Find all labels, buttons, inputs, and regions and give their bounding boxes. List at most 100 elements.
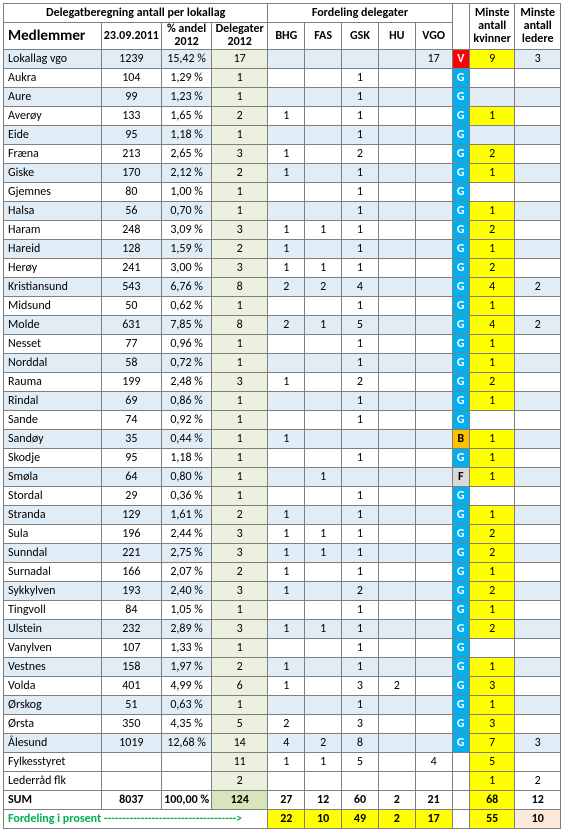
cell-hu bbox=[378, 259, 415, 278]
cell-kv bbox=[469, 487, 515, 506]
pros-flag bbox=[452, 810, 469, 829]
table-row-extra: Lederråd flk212 bbox=[4, 772, 561, 791]
cell-med bbox=[101, 753, 162, 772]
cell-med: 29 bbox=[101, 487, 162, 506]
cell-vgo bbox=[415, 297, 452, 316]
table-row: Sande740,92 %11G bbox=[4, 411, 561, 430]
cell-flag: G bbox=[452, 69, 469, 88]
cell-fas: 1 bbox=[305, 544, 342, 563]
cell-andel: 15,42 % bbox=[162, 50, 212, 69]
cell-hu bbox=[378, 373, 415, 392]
cell-bhg: 2 bbox=[268, 715, 305, 734]
cell-hu bbox=[378, 354, 415, 373]
cell-fas bbox=[305, 772, 342, 791]
cell-gsk bbox=[342, 468, 379, 487]
cell-fas bbox=[305, 88, 342, 107]
cell-fas bbox=[305, 506, 342, 525]
cell-del: 3 bbox=[212, 525, 268, 544]
cell-bhg bbox=[268, 126, 305, 145]
cell-le: 2 bbox=[515, 772, 561, 791]
cell-del: 3 bbox=[212, 259, 268, 278]
cell-vgo bbox=[415, 373, 452, 392]
cell-vgo bbox=[415, 696, 452, 715]
cell-andel: 3,00 % bbox=[162, 259, 212, 278]
cell-del: 3 bbox=[212, 221, 268, 240]
cell-med: 221 bbox=[101, 544, 162, 563]
sum-del: 124 bbox=[212, 791, 268, 810]
cell-kv bbox=[469, 639, 515, 658]
cell-vgo bbox=[415, 734, 452, 753]
cell-kv: 2 bbox=[469, 620, 515, 639]
cell-med: 104 bbox=[101, 69, 162, 88]
cell-andel: 0,80 % bbox=[162, 468, 212, 487]
cell-bhg: 1 bbox=[268, 582, 305, 601]
cell-gsk: 1 bbox=[342, 240, 379, 259]
cell-med: 241 bbox=[101, 259, 162, 278]
header-fordeling: Fordeling delegater bbox=[268, 4, 452, 23]
cell-med: 1019 bbox=[101, 734, 162, 753]
cell-fas bbox=[305, 297, 342, 316]
pros-bhg: 22 bbox=[268, 810, 305, 829]
cell-flag bbox=[452, 753, 469, 772]
cell-le: 3 bbox=[515, 50, 561, 69]
cell-flag: G bbox=[452, 563, 469, 582]
cell-bhg bbox=[268, 50, 305, 69]
cell-vgo bbox=[415, 772, 452, 791]
delegate-table: Delegatberegning antall per lokallag For… bbox=[3, 3, 561, 829]
cell-kv bbox=[469, 69, 515, 88]
cell-flag: G bbox=[452, 658, 469, 677]
cell-flag: G bbox=[452, 525, 469, 544]
cell-bhg: 1 bbox=[268, 240, 305, 259]
cell-name: Gjemnes bbox=[4, 183, 102, 202]
cell-bhg bbox=[268, 88, 305, 107]
cell-andel: 2,12 % bbox=[162, 164, 212, 183]
table-row: Lokallag vgo123915,42 %1717V93 bbox=[4, 50, 561, 69]
cell-kv: 3 bbox=[469, 677, 515, 696]
pros-hu: 2 bbox=[378, 810, 415, 829]
cell-bhg: 2 bbox=[268, 278, 305, 297]
cell-gsk: 1 bbox=[342, 696, 379, 715]
pros-kv: 55 bbox=[469, 810, 515, 829]
header-gsk: GSK bbox=[342, 23, 379, 50]
pros-gsk: 49 bbox=[342, 810, 379, 829]
cell-gsk: 1 bbox=[342, 392, 379, 411]
cell-le bbox=[515, 696, 561, 715]
cell-del: 1 bbox=[212, 392, 268, 411]
header-andel: % andel 2012 bbox=[162, 23, 212, 50]
cell-andel: 1,29 % bbox=[162, 69, 212, 88]
cell-andel bbox=[162, 772, 212, 791]
cell-hu bbox=[378, 240, 415, 259]
cell-vgo bbox=[415, 620, 452, 639]
cell-flag: G bbox=[452, 734, 469, 753]
cell-le: 2 bbox=[515, 278, 561, 297]
table-row: Herøy2413,00 %3111G2 bbox=[4, 259, 561, 278]
table-row: Aure991,23 %11G bbox=[4, 88, 561, 107]
cell-flag: V bbox=[452, 50, 469, 69]
table-row: Giske1702,12 %211G1 bbox=[4, 164, 561, 183]
sum-flag bbox=[452, 791, 469, 810]
cell-bhg: 1 bbox=[268, 164, 305, 183]
cell-med: 133 bbox=[101, 107, 162, 126]
cell-bhg: 1 bbox=[268, 677, 305, 696]
cell-name: Averøy bbox=[4, 107, 102, 126]
cell-bhg bbox=[268, 411, 305, 430]
cell-gsk: 1 bbox=[342, 221, 379, 240]
cell-flag: G bbox=[452, 715, 469, 734]
cell-hu bbox=[378, 316, 415, 335]
table-row: Haram2483,09 %3111G2 bbox=[4, 221, 561, 240]
cell-bhg bbox=[268, 449, 305, 468]
cell-hu bbox=[378, 715, 415, 734]
cell-andel: 2,89 % bbox=[162, 620, 212, 639]
cell-bhg bbox=[268, 639, 305, 658]
cell-name: Hareid bbox=[4, 240, 102, 259]
cell-andel: 0,44 % bbox=[162, 430, 212, 449]
cell-kv: 3 bbox=[469, 715, 515, 734]
cell-vgo bbox=[415, 202, 452, 221]
cell-name: Ørsta bbox=[4, 715, 102, 734]
cell-vgo bbox=[415, 525, 452, 544]
table-row: Averøy1331,65 %211G1 bbox=[4, 107, 561, 126]
cell-flag: G bbox=[452, 354, 469, 373]
cell-vgo bbox=[415, 582, 452, 601]
cell-flag: G bbox=[452, 145, 469, 164]
cell-hu bbox=[378, 430, 415, 449]
